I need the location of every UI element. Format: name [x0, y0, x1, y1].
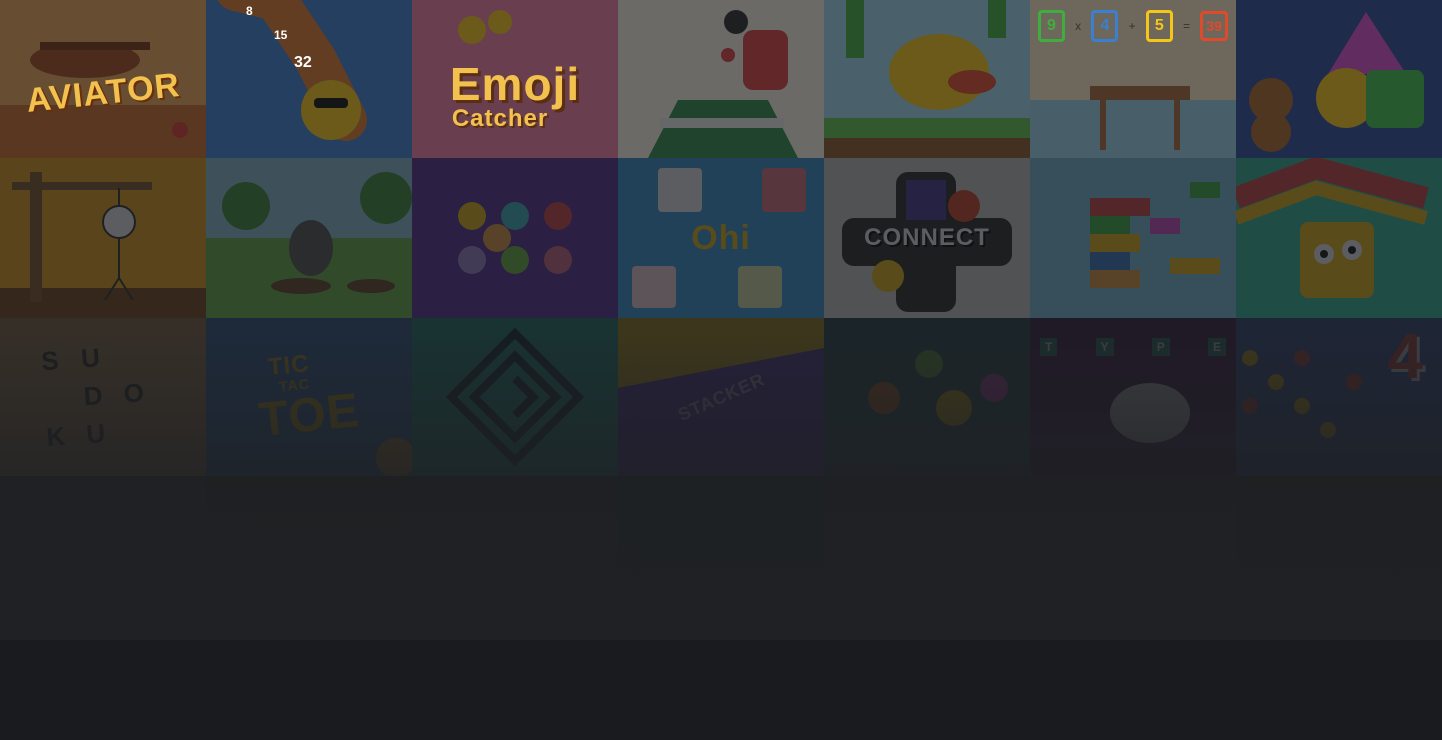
game-tile-snake-cube[interactable]: [1236, 158, 1442, 318]
hangman-art: [0, 158, 206, 318]
flappy-art: [824, 0, 1030, 158]
blocks-art: [1030, 158, 1236, 318]
games-grid: AVIATOR 8 15 32 Emoji Catcher 9 x 4 + 5 …: [0, 0, 1442, 632]
game-tile-tic-tac-toe[interactable]: TIC TAC TOE: [206, 318, 412, 476]
four-number: 4: [1387, 320, 1424, 392]
typing-letters: T Y P E: [1040, 338, 1226, 356]
snake-number-1: 8: [246, 4, 253, 18]
game-tile-faded-2[interactable]: [206, 476, 412, 632]
ttt-line-3: TOE: [256, 383, 362, 448]
typing-key-t: T: [1040, 338, 1058, 356]
game-tile-ping-pong[interactable]: [618, 0, 824, 158]
typing-key-e: E: [1207, 338, 1226, 356]
dots-art: [412, 158, 618, 318]
sudoku-letter-k: K: [45, 420, 67, 453]
game-tile-maze[interactable]: [412, 318, 618, 476]
game-tile-whack-mole[interactable]: [206, 158, 412, 318]
snake-cube-art: [1236, 158, 1442, 318]
connect-title: CONNECT: [864, 224, 990, 251]
game-tile-connect[interactable]: CONNECT: [824, 158, 1030, 318]
math-equals: =: [1183, 19, 1191, 33]
game-tile-math[interactable]: 9 x 4 + 5 = 39: [1030, 0, 1236, 158]
game-tile-faded-7[interactable]: [1236, 476, 1442, 632]
game-tile-ohi[interactable]: Ohi: [618, 158, 824, 318]
math-result: 39: [1200, 11, 1228, 41]
game-tile-typing[interactable]: T Y P E: [1030, 318, 1236, 476]
ohi-logo: Ohi: [691, 219, 751, 257]
game-tile-fruits[interactable]: [824, 318, 1030, 476]
emoji-subtitle: Catcher: [451, 105, 549, 132]
sudoku-letter-o: O: [122, 377, 145, 409]
sudoku-letter-grid: S U D O K U: [40, 338, 168, 460]
game-tile-faded-3[interactable]: [412, 476, 618, 632]
sudoku-letter-u1: U: [80, 342, 101, 374]
game-tile-four-in-row[interactable]: 4: [1236, 318, 1442, 476]
game-tile-number-snake[interactable]: 8 15 32: [206, 0, 412, 158]
shapes-art: [1236, 0, 1442, 158]
game-tile-faded-5[interactable]: [824, 476, 1030, 632]
game-tile-faded-4[interactable]: [618, 476, 824, 632]
game-tile-aviator[interactable]: AVIATOR: [0, 0, 206, 158]
game-tile-faded-1[interactable]: [0, 476, 206, 632]
fruits-art: [824, 318, 1030, 476]
ping-pong-art: [618, 0, 824, 158]
game-tile-sudoku[interactable]: S U D O K U: [0, 318, 206, 476]
math-operator-1: x: [1075, 19, 1082, 33]
game-tile-dots[interactable]: [412, 158, 618, 318]
game-tile-blocks[interactable]: [1030, 158, 1236, 318]
game-tile-faded-6[interactable]: [1030, 476, 1236, 632]
snake-number-3: 32: [294, 54, 312, 71]
math-operand-2: 4: [1091, 10, 1119, 42]
math-operand-3: 5: [1145, 10, 1173, 42]
sudoku-letter-u2: U: [85, 418, 107, 450]
game-tile-emoji-catcher[interactable]: Emoji Catcher: [412, 0, 618, 158]
math-operand-1: 9: [1038, 10, 1065, 42]
number-snake-art: [206, 0, 412, 158]
sudoku-letter-s: S: [40, 345, 60, 377]
game-tile-shapes[interactable]: [1236, 0, 1442, 158]
game-tile-stacker[interactable]: STACKER: [618, 318, 824, 476]
maze-art: [412, 318, 618, 476]
math-operator-2: +: [1128, 19, 1136, 33]
typing-key-p: P: [1151, 338, 1170, 356]
snake-number-2: 15: [274, 28, 288, 42]
math-equation: 9 x 4 + 5 = 39: [1038, 10, 1228, 42]
mole-art: [206, 158, 412, 318]
sudoku-letter-d: D: [82, 380, 104, 412]
typing-key-y: Y: [1095, 338, 1114, 356]
emoji-title: Emoji: [449, 58, 581, 110]
game-tile-hangman[interactable]: [0, 158, 206, 318]
game-tile-flappy[interactable]: [824, 0, 1030, 158]
